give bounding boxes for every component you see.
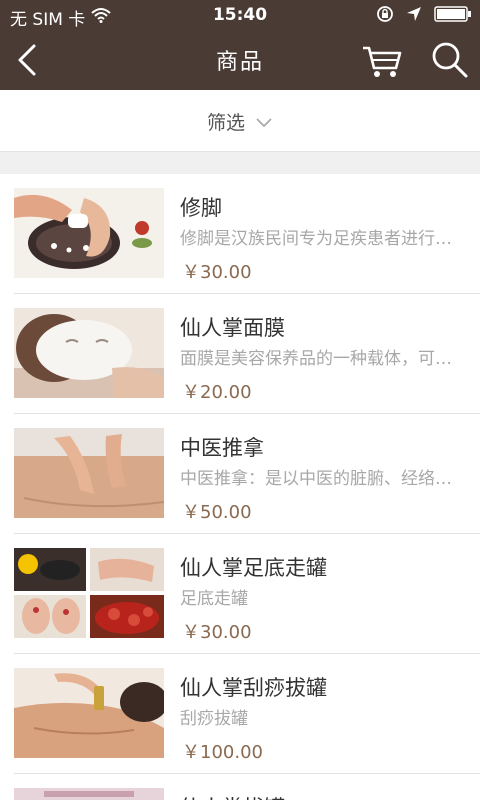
page-title: 商品 [215,50,264,75]
search-icon [432,42,468,78]
product-image-cupping [14,788,164,800]
filter-bar[interactable]: 筛选 [0,90,480,152]
search-button[interactable] [428,38,472,82]
product-image-scraping-cupping [14,668,164,758]
product-desc: 面膜是美容保养品的一种载体，可以清洁皮肤 [180,349,460,369]
product-price: ￥100.00 [182,742,263,763]
product-image-pedicure [14,188,164,278]
product-desc: 修脚是汉族民间专为足疾患者进行的一种治疗方法 [180,229,460,249]
product-image-foot-cupping [14,548,164,638]
product-item[interactable]: 仙人掌足底走罐 足底走罐 ￥30.00 [14,534,480,654]
product-name: 中医推拿 [180,436,264,460]
product-price: ￥30.00 [182,622,252,643]
product-item[interactable]: 中医推拿 中医推拿：是以中医的脏腑、经络学说为理论基础 ￥50.00 [14,414,480,534]
app-header: 无 SIM 卡 15:40 商品 [0,0,480,90]
cart-icon [363,46,402,77]
product-price: ￥20.00 [182,382,252,403]
product-name: 仙人掌足底走罐 [180,556,327,580]
product-item[interactable]: 仙人掌刮痧拔罐 刮痧拔罐 ￥100.00 [14,654,480,774]
product-image-massage [14,428,164,518]
product-image-face-mask [14,308,164,398]
product-name: 仙人掌拔罐 [180,792,285,800]
product-name: 仙人掌刮痧拔罐 [180,676,327,700]
rotation-lock-icon [376,5,394,28]
product-item[interactable]: 仙人掌面膜 面膜是美容保养品的一种载体，可以清洁皮肤 ￥20.00 [14,294,480,414]
product-name: 修脚 [180,196,222,220]
product-name: 仙人掌面膜 [180,316,285,340]
status-bar: 无 SIM 卡 15:40 [0,0,480,30]
product-list: 修脚 修脚是汉族民间专为足疾患者进行的一种治疗方法 ￥30.00 仙人掌面膜 面… [0,174,480,800]
nav-bar: 商品 [0,30,480,90]
product-desc: 刮痧拔罐 [180,709,248,729]
section-divider [0,152,480,174]
product-price: ￥30.00 [182,262,252,283]
product-item[interactable]: 修脚 修脚是汉族民间专为足疾患者进行的一种治疗方法 ￥30.00 [14,174,480,294]
cart-button[interactable] [360,38,404,82]
chevron-down-icon [255,111,273,133]
location-arrow-icon [406,6,422,27]
battery-icon [434,6,472,27]
product-desc: 中医推拿：是以中医的脏腑、经络学说为理论基础 [180,469,460,489]
product-item[interactable]: 仙人掌拔罐 [14,774,480,800]
product-desc: 足底走罐 [180,589,248,609]
filter-label: 筛选 [206,112,245,134]
product-price: ￥50.00 [182,502,252,523]
